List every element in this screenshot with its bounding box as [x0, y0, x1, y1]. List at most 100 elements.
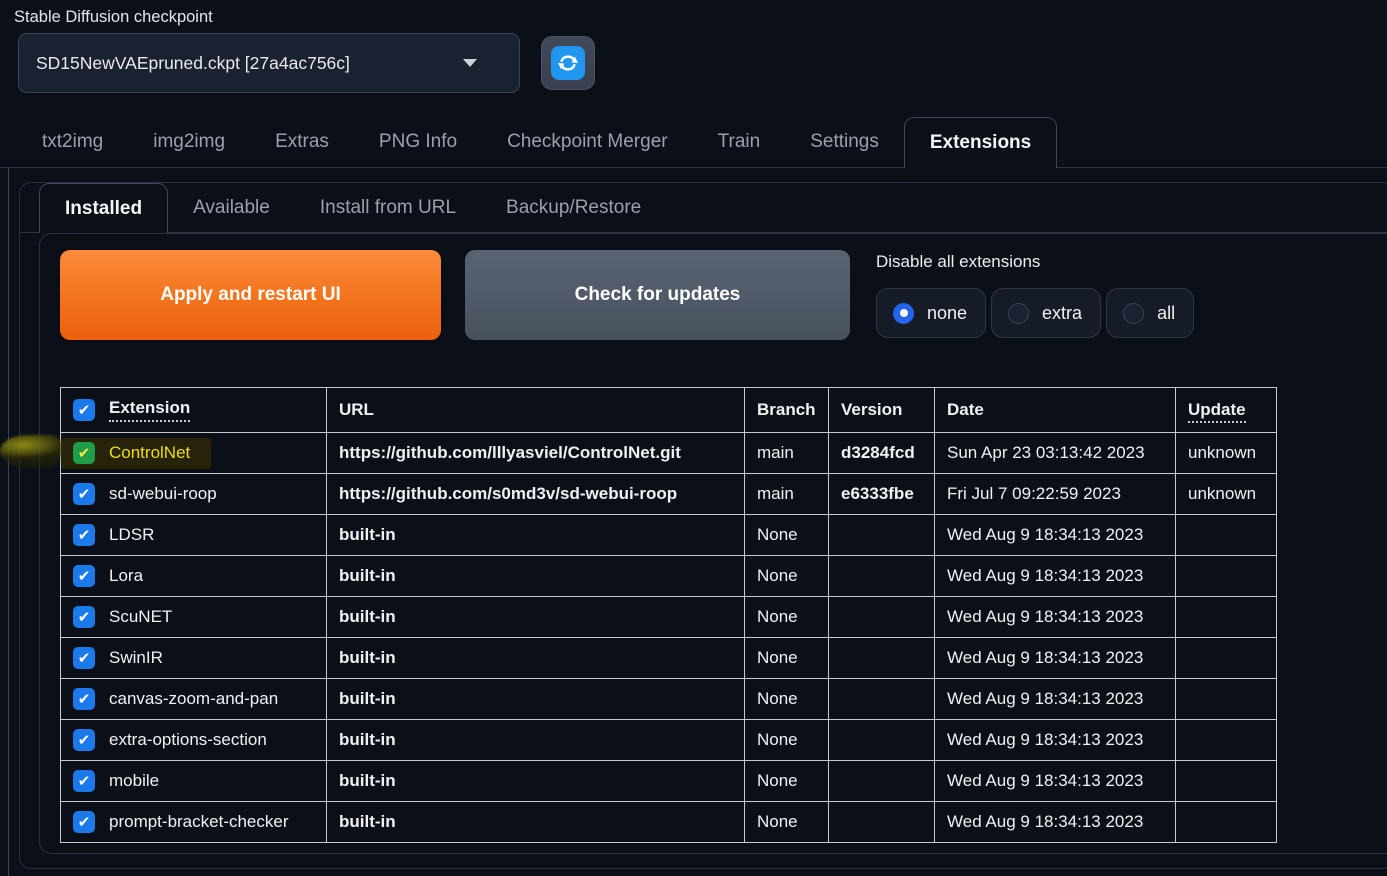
extension-url: https://github.com/lllyasviel/ControlNet…: [326, 432, 745, 474]
row-checkbox[interactable]: ✔: [73, 729, 95, 751]
extension-version: [828, 678, 935, 720]
extension-branch: None: [744, 719, 829, 761]
radio-all[interactable]: all: [1106, 288, 1195, 338]
extension-date: Wed Aug 9 18:34:13 2023: [934, 596, 1176, 638]
extension-name: LDSR: [109, 525, 155, 544]
extension-url: built-in: [326, 596, 745, 638]
tab-train[interactable]: Train: [693, 117, 786, 167]
checkpoint-dropdown[interactable]: SD15NewVAEpruned.ckpt [27a4ac756c]: [18, 33, 520, 93]
tab-extensions[interactable]: Extensions: [903, 117, 1058, 168]
installed-panel: Apply and restart UI Check for updates D…: [39, 233, 1387, 854]
extension-update: [1175, 596, 1277, 638]
check-icon: ✔: [77, 608, 91, 626]
table-row: ✔ canvas-zoom-and-pan built-in None Wed …: [60, 678, 1277, 720]
radio-circle-icon: [893, 302, 914, 324]
select-all-checkbox[interactable]: ✔: [73, 399, 95, 421]
table-row: ✔ sd-webui-roop https://github.com/s0md3…: [60, 473, 1277, 515]
installed-toolbar: Apply and restart UI Check for updates D…: [60, 250, 1381, 340]
extension-version: d3284fcd: [828, 432, 935, 474]
row-checkbox[interactable]: ✔: [73, 647, 95, 669]
extension-url: https://github.com/s0md3v/sd-webui-roop: [326, 473, 745, 515]
caret-down-icon: [463, 59, 477, 67]
extension-name: mobile: [109, 771, 160, 790]
extensions-table-body: ✔ ControlNet https://github.com/lllyasvi…: [60, 432, 1277, 843]
tab-settings[interactable]: Settings: [785, 117, 904, 167]
extension-version: [828, 719, 935, 761]
row-checkbox[interactable]: ✔: [73, 524, 95, 546]
extension-date: Wed Aug 9 18:34:13 2023: [934, 555, 1176, 597]
extensions-panel: Installed Available Install from URL Bac…: [8, 168, 1387, 876]
extension-update: [1175, 719, 1277, 761]
table-row: ✔ ScuNET built-in None Wed Aug 9 18:34:1…: [60, 596, 1277, 638]
tab-txt2img[interactable]: txt2img: [17, 117, 128, 167]
check-icon: ✔: [77, 444, 91, 462]
table-row: ✔ prompt-bracket-checker built-in None W…: [60, 801, 1277, 843]
extension-branch: None: [744, 596, 829, 638]
extension-update: unknown: [1175, 432, 1277, 474]
tab-png-info[interactable]: PNG Info: [354, 117, 482, 167]
extension-version: [828, 637, 935, 679]
extension-branch: None: [744, 760, 829, 802]
extension-branch: None: [744, 801, 829, 843]
extension-name: ScuNET: [109, 607, 173, 626]
row-checkbox[interactable]: ✔: [73, 483, 95, 505]
check-icon: ✔: [77, 401, 91, 419]
row-checkbox[interactable]: ✔: [73, 442, 95, 464]
table-row: ✔ Lora built-in None Wed Aug 9 18:34:13 …: [60, 555, 1277, 597]
check-icon: ✔: [77, 485, 91, 503]
radio-extra-label: extra: [1042, 302, 1083, 323]
extension-date: Wed Aug 9 18:34:13 2023: [934, 637, 1176, 679]
extension-date: Wed Aug 9 18:34:13 2023: [934, 801, 1176, 843]
check-icon: ✔: [77, 690, 91, 708]
checkpoint-label: Stable Diffusion checkpoint: [14, 8, 213, 26]
check-icon: ✔: [77, 813, 91, 831]
extensions-subtabs-container: Installed Available Install from URL Bac…: [19, 182, 1387, 869]
extension-url: built-in: [326, 719, 745, 761]
subtab-backup-restore[interactable]: Backup/Restore: [481, 183, 666, 232]
apply-restart-button[interactable]: Apply and restart UI: [60, 250, 441, 340]
main-tab-bar: txt2img img2img Extras PNG Info Checkpoi…: [0, 117, 1387, 168]
extension-update: [1175, 801, 1277, 843]
extension-name: extra-options-section: [109, 730, 267, 749]
extension-url: built-in: [326, 678, 745, 720]
subtab-available[interactable]: Available: [168, 183, 295, 232]
extension-branch: None: [744, 637, 829, 679]
radio-circle-icon: [1123, 302, 1145, 324]
table-header-row: ✔ Extension URL Branch Version Date Upda…: [60, 387, 1277, 433]
tab-checkpoint-merger[interactable]: Checkpoint Merger: [482, 117, 693, 167]
tab-extras[interactable]: Extras: [250, 117, 354, 167]
extension-name: prompt-bracket-checker: [109, 812, 289, 831]
row-checkbox[interactable]: ✔: [73, 770, 95, 792]
column-header-update[interactable]: Update: [1188, 400, 1246, 423]
extension-date: Wed Aug 9 18:34:13 2023: [934, 678, 1176, 720]
extension-branch: main: [744, 473, 829, 515]
check-updates-button[interactable]: Check for updates: [465, 250, 850, 340]
radio-extra[interactable]: extra: [991, 288, 1102, 338]
subtab-install-from-url[interactable]: Install from URL: [295, 183, 481, 232]
extension-name: sd-webui-roop: [109, 484, 217, 503]
row-checkbox[interactable]: ✔: [73, 688, 95, 710]
row-checkbox[interactable]: ✔: [73, 811, 95, 833]
row-checkbox[interactable]: ✔: [73, 606, 95, 628]
extension-update: [1175, 760, 1277, 802]
table-row: ✔ mobile built-in None Wed Aug 9 18:34:1…: [60, 760, 1277, 802]
table-row: ✔ LDSR built-in None Wed Aug 9 18:34:13 …: [60, 514, 1277, 556]
row-checkbox[interactable]: ✔: [73, 565, 95, 587]
disable-extensions-radio-group: none extra all: [876, 288, 1195, 338]
refresh-checkpoint-button[interactable]: [541, 36, 595, 90]
column-header-extension[interactable]: Extension: [109, 398, 191, 422]
tab-img2img[interactable]: img2img: [128, 117, 250, 167]
extension-branch: None: [744, 678, 829, 720]
check-icon: ✔: [77, 731, 91, 749]
radio-none[interactable]: none: [876, 288, 987, 338]
extension-branch: main: [744, 432, 829, 474]
extension-name: ControlNet: [109, 443, 191, 462]
extension-branch: None: [744, 514, 829, 556]
extension-date: Wed Aug 9 18:34:13 2023: [934, 760, 1176, 802]
column-header-version: Version: [828, 387, 935, 433]
subtab-installed[interactable]: Installed: [39, 183, 169, 233]
extension-update: [1175, 637, 1277, 679]
extension-url: built-in: [326, 760, 745, 802]
extension-url: built-in: [326, 637, 745, 679]
checkpoint-dropdown-value: SD15NewVAEpruned.ckpt [27a4ac756c]: [36, 52, 350, 73]
